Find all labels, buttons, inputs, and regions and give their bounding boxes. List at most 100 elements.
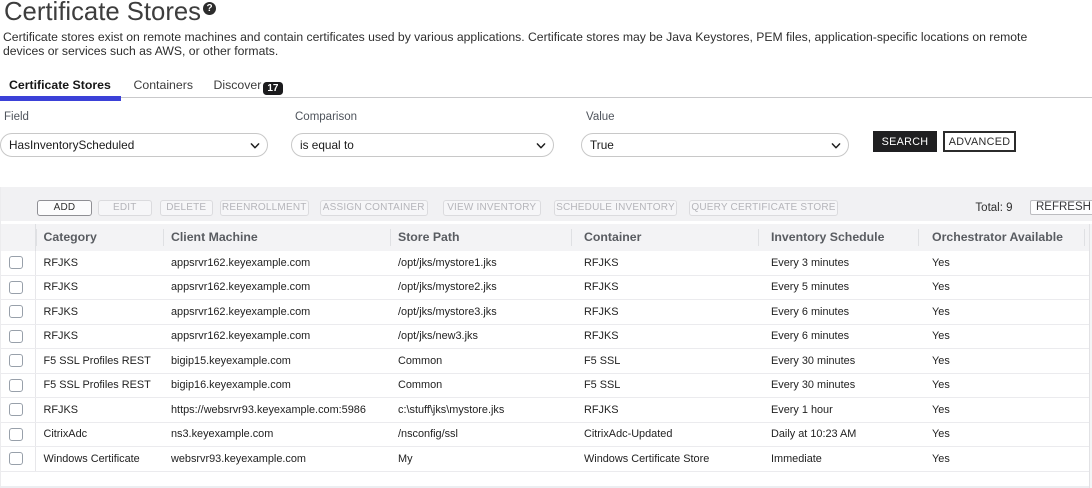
column-header-container[interactable]: Container: [571, 224, 758, 251]
cell-category: RFJKS: [35, 324, 163, 349]
cell-container: F5 SSL: [571, 373, 758, 398]
cell-category: RFJKS: [35, 300, 163, 325]
select-all-header-cell: [1, 224, 35, 251]
cell-orch: Yes: [918, 398, 1084, 423]
cell-client: appsrvr162.keyexample.com: [163, 251, 390, 276]
cell-orch: Yes: [918, 324, 1084, 349]
cell-store: Common: [390, 373, 571, 398]
cell-orch: Yes: [918, 447, 1084, 472]
field-select[interactable]: HasInventoryScheduled: [0, 133, 268, 157]
advanced-button[interactable]: ADVANCED: [943, 131, 1016, 152]
cell-store: /opt/jks/mystore3.jks: [390, 300, 571, 325]
cell-store: c:\stuff\jks\mystore.jks: [390, 398, 571, 423]
cell-container: RFJKS: [571, 275, 758, 300]
comparison-select[interactable]: is equal to: [291, 133, 554, 157]
total-count: Total: 9: [975, 202, 1012, 214]
tab-certificate-stores[interactable]: Certificate Stores: [9, 78, 111, 98]
value-select-wrap: True: [581, 133, 849, 157]
row-checkbox-cell: [1, 373, 35, 398]
add-button[interactable]: ADD: [37, 200, 92, 216]
grid-toolbar: ADDEDITDELETEREENROLLMENTASSIGN CONTAINE…: [1, 187, 1092, 221]
cell-store: /opt/jks/new3.jks: [390, 324, 571, 349]
row-checkbox-cell: [1, 349, 35, 374]
row-checkbox-cell: [1, 447, 35, 472]
value-select[interactable]: True: [581, 133, 849, 157]
column-header-category[interactable]: Category: [35, 224, 163, 251]
table-row: RFJKSappsrvr162.keyexample.com/opt/jks/m…: [1, 300, 1092, 325]
table-row: RFJKShttps://websrvr93.keyexample.com:59…: [1, 398, 1092, 423]
cell-client: appsrvr162.keyexample.com: [163, 324, 390, 349]
cell-category: RFJKS: [35, 398, 163, 423]
cell-orch: Yes: [918, 422, 1084, 447]
row-checkbox[interactable]: [9, 428, 23, 441]
table-row: RFJKSappsrvr162.keyexample.com/opt/jks/m…: [1, 251, 1092, 276]
row-checkbox[interactable]: [9, 379, 23, 392]
column-header-inventory-schedule[interactable]: Inventory Schedule: [758, 224, 918, 251]
cell-client: bigip16.keyexample.com: [163, 373, 390, 398]
cell-category: RFJKS: [35, 275, 163, 300]
certificate-stores-page: Certificate Stores ? Certificate stores …: [0, 0, 1092, 488]
cell-category: RFJKS: [35, 251, 163, 276]
cell-container: Windows Certificate Store: [571, 447, 758, 472]
table-row: RFJKSappsrvr162.keyexample.com/opt/jks/n…: [1, 324, 1092, 349]
cell-category: F5 SSL Profiles REST: [35, 349, 163, 374]
cell-container: RFJKS: [571, 300, 758, 325]
row-checkbox[interactable]: [9, 403, 23, 416]
certificate-stores-grid: ADDEDITDELETEREENROLLMENTASSIGN CONTAINE…: [0, 187, 1092, 488]
page-title: Certificate Stores: [4, 0, 201, 28]
delete-button: DELETE: [160, 200, 214, 216]
cell-schedule: Every 3 minutes: [758, 251, 918, 276]
row-checkbox[interactable]: [9, 330, 23, 343]
column-header-client-machine[interactable]: Client Machine: [163, 224, 390, 251]
table-row: CitrixAdcns3.keyexample.com/nsconfig/ssl…: [1, 422, 1092, 447]
cell-client: https://websrvr93.keyexample.com:5986: [163, 398, 390, 423]
cell-schedule: Every 5 minutes: [758, 275, 918, 300]
search-button[interactable]: SEARCH: [873, 131, 937, 152]
row-checkbox[interactable]: [9, 452, 23, 465]
cell-store: /nsconfig/ssl: [390, 422, 571, 447]
tabs-divider: [0, 97, 1092, 98]
field-label: Field: [4, 111, 29, 123]
table-row: RFJKSappsrvr162.keyexample.com/opt/jks/m…: [1, 275, 1092, 300]
certificate-stores-table: CategoryClient MachineStore PathContaine…: [1, 224, 1092, 472]
cell-schedule: Every 6 minutes: [758, 300, 918, 325]
row-checkbox-cell: [1, 300, 35, 325]
row-checkbox[interactable]: [9, 281, 23, 294]
help-icon[interactable]: ?: [203, 2, 216, 15]
cell-schedule: Immediate: [758, 447, 918, 472]
edit-button: EDIT: [98, 200, 152, 216]
cell-client: appsrvr162.keyexample.com: [163, 300, 390, 325]
query-certificate-store-button: QUERY CERTIFICATE STORE: [689, 200, 838, 216]
cell-schedule: Every 30 minutes: [758, 349, 918, 374]
cell-category: F5 SSL Profiles REST: [35, 373, 163, 398]
refresh-button[interactable]: REFRESH: [1030, 200, 1092, 215]
row-checkbox[interactable]: [9, 256, 23, 269]
value-label: Value: [586, 111, 615, 123]
cell-container: RFJKS: [571, 251, 758, 276]
tab-discover[interactable]: Discover17: [214, 78, 283, 98]
active-tab-indicator: [0, 96, 121, 101]
cell-orch: Yes: [918, 373, 1084, 398]
cell-container: RFJKS: [571, 324, 758, 349]
page-description: Certificate stores exist on remote machi…: [3, 30, 1073, 59]
tab-containers[interactable]: Containers: [134, 78, 193, 98]
cell-orch: Yes: [918, 300, 1084, 325]
toolbar-buttons: ADDEDITDELETEREENROLLMENTASSIGN CONTAINE…: [1, 200, 1092, 216]
cell-store: /opt/jks/mystore1.jks: [390, 251, 571, 276]
reenrollment-button: REENROLLMENT: [220, 200, 309, 216]
cell-client: appsrvr162.keyexample.com: [163, 275, 390, 300]
table-row: F5 SSL Profiles RESTbigip15.keyexample.c…: [1, 349, 1092, 374]
row-checkbox-cell: [1, 398, 35, 423]
schedule-inventory-button: SCHEDULE INVENTORY: [554, 200, 677, 216]
cell-container: RFJKS: [571, 398, 758, 423]
view-inventory-button: VIEW INVENTORY: [443, 200, 541, 216]
cell-schedule: Daily at 10:23 AM: [758, 422, 918, 447]
row-checkbox[interactable]: [9, 305, 23, 318]
cell-client: ns3.keyexample.com: [163, 422, 390, 447]
column-header-store-path[interactable]: Store Path: [390, 224, 571, 251]
cell-orch: Yes: [918, 349, 1084, 374]
row-checkbox[interactable]: [9, 354, 23, 367]
tab-bar: Certificate Stores Containers Discover17: [0, 76, 1092, 98]
cell-orch: Yes: [918, 275, 1084, 300]
column-header-orchestrator-available[interactable]: Orchestrator Available: [918, 224, 1084, 251]
